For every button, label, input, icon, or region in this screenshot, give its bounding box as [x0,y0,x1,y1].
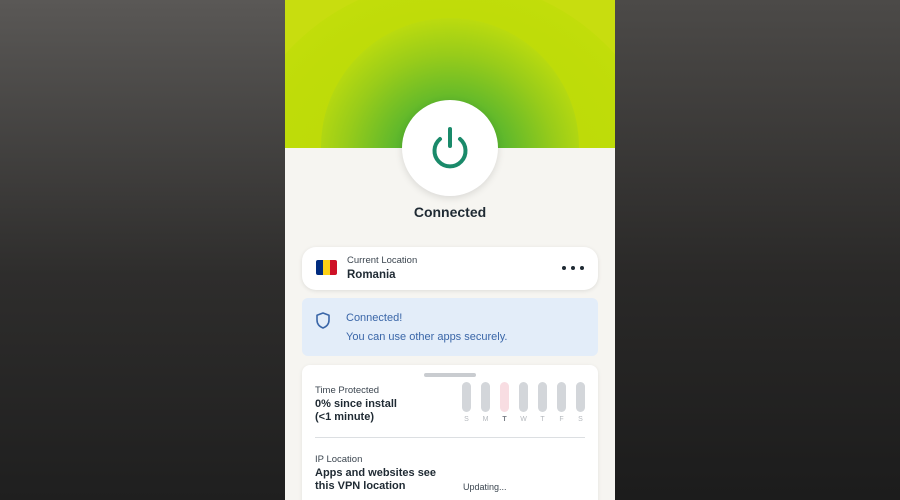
day-bar-today [500,382,509,412]
stats-panel: Time Protected 0% since install (<1 minu… [302,365,598,500]
day-bar [576,382,585,412]
time-protected-value: 0% since install (<1 minute) [315,398,435,424]
notice-message: You can use other apps securely. [346,331,508,343]
day-bar [519,382,528,412]
day-label: S [578,416,583,423]
location-country: Romania [347,269,396,281]
power-button[interactable] [402,100,498,196]
connection-status: Connected [413,204,487,220]
ip-location-label: IP Location [315,454,363,465]
time-protected-duration: (<1 minute) [315,411,374,423]
notice-title: Connected! [346,312,403,324]
day-label: W [520,416,527,423]
ip-location-line1: Apps and websites see [315,467,437,479]
current-location-card[interactable]: Current Location Romania [302,247,598,290]
location-label: Current Location [347,255,418,266]
drag-handle[interactable] [424,373,476,377]
day-label: F [559,416,564,423]
more-icon-dot [580,266,584,270]
ip-location-line2: this VPN location [315,480,406,492]
more-icon-dot [571,266,575,270]
romania-flag-icon [316,260,337,275]
background-right [615,0,900,500]
day-label-today: T [502,416,507,423]
time-protected-label: Time Protected [315,385,380,396]
day-bar [538,382,547,412]
connected-notice: Connected! You can use other apps secure… [302,298,598,356]
day-bar [462,382,471,412]
day-label: T [540,416,545,423]
day-label: S [464,416,469,423]
day-label: M [482,416,489,423]
divider [315,437,585,438]
more-options-button[interactable] [562,261,584,275]
app-window: Connected Current Location Romania Conne… [285,0,615,500]
weekly-bars: S M T W T F S [462,382,588,426]
more-icon [562,266,566,270]
day-bar [481,382,490,412]
ip-location-status: Updating... [463,482,507,492]
time-protected-percent: 0% since install [315,398,397,410]
day-bar [557,382,566,412]
ip-location-description: Apps and websites see this VPN location [315,467,445,493]
power-icon [432,127,468,169]
shield-icon [316,312,330,329]
